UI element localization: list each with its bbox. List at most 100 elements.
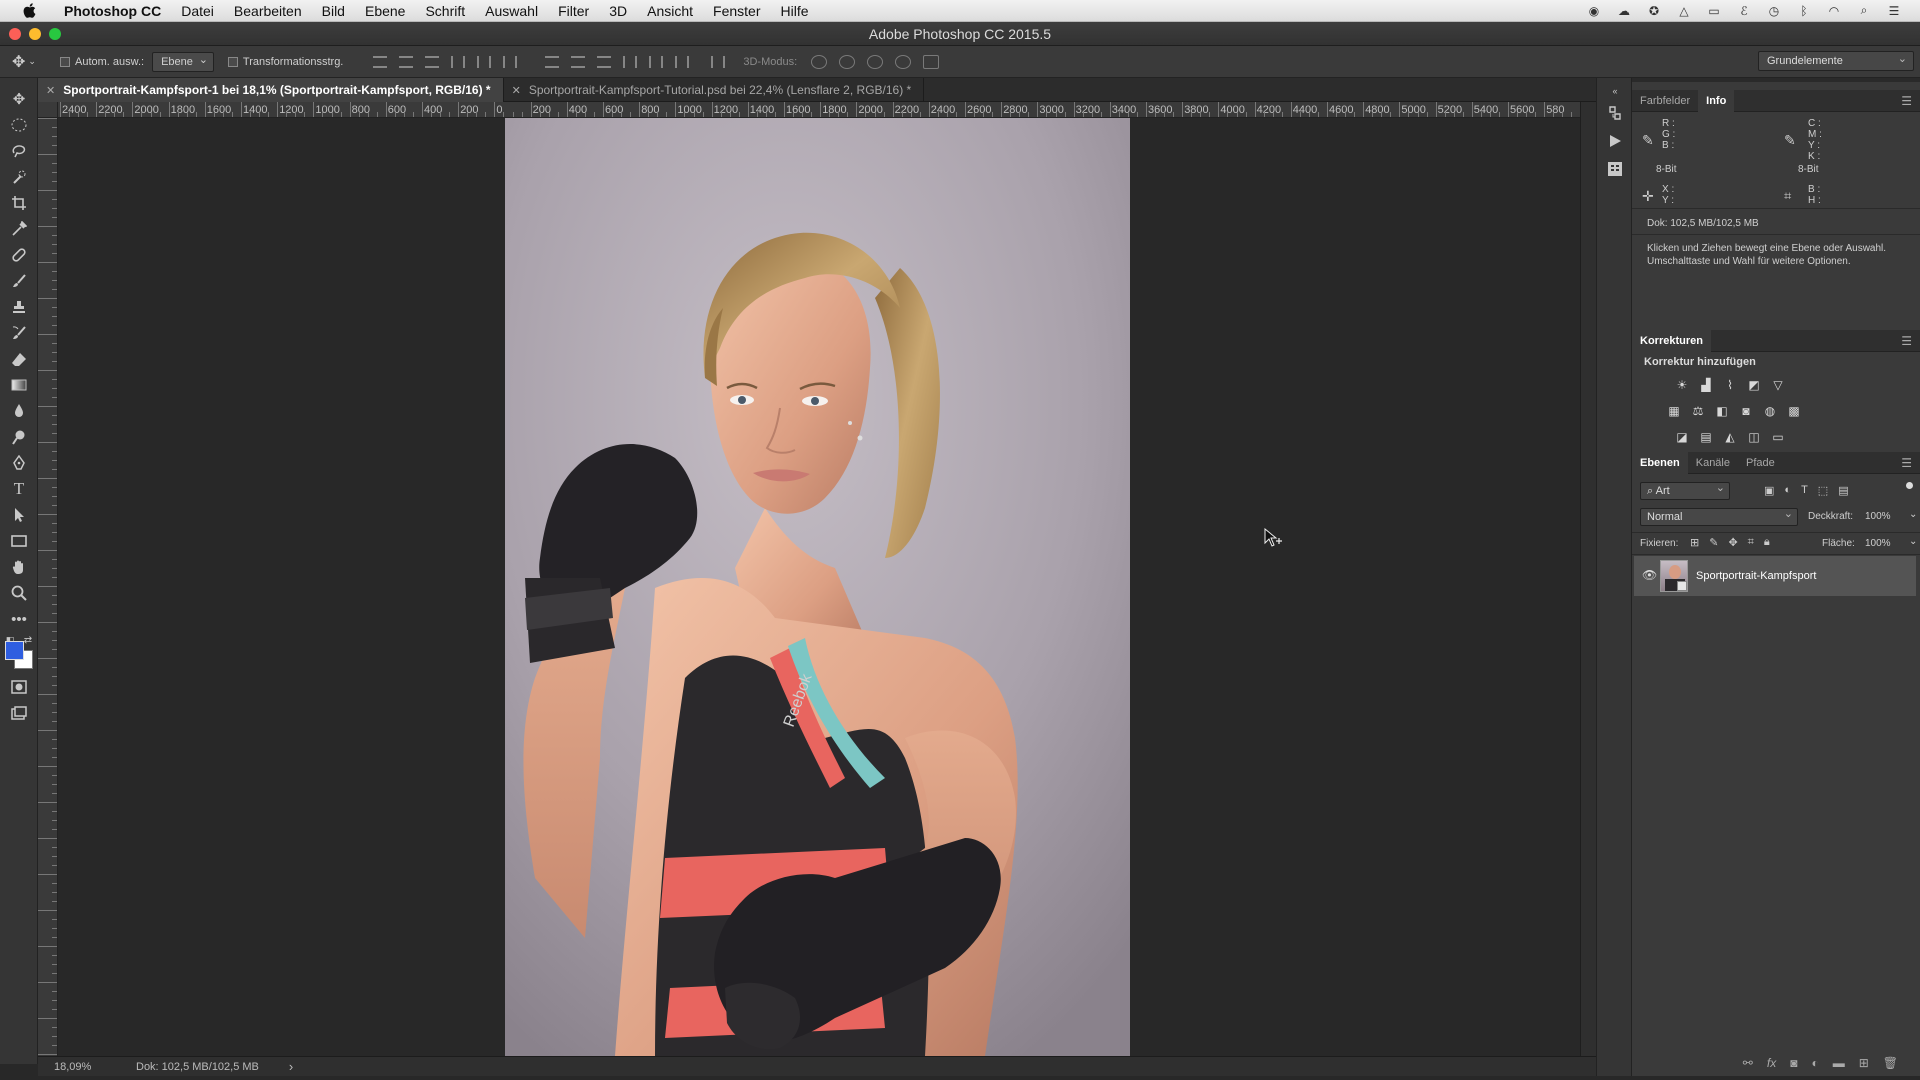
channel-mixer-icon[interactable]: ◍: [1762, 404, 1778, 418]
smart-object-filter-icon[interactable]: ▤: [1838, 484, 1848, 497]
properties-panel-icon[interactable]: [1606, 160, 1624, 178]
foreground-color-swatch[interactable]: [5, 641, 24, 660]
pan-3d-icon[interactable]: [867, 54, 884, 69]
tab-pfade[interactable]: Pfade: [1738, 452, 1783, 474]
opacity-dropdown-icon[interactable]: ⌄: [1909, 509, 1917, 520]
display-icon[interactable]: ▭: [1706, 4, 1722, 18]
levels-icon[interactable]: ▟: [1698, 378, 1714, 392]
lock-all-icon[interactable]: 🔒︎: [1764, 536, 1770, 549]
distribute-top-icon[interactable]: [545, 55, 560, 68]
record-icon[interactable]: ◉: [1586, 4, 1602, 18]
color-balance-icon[interactable]: ⚖: [1690, 404, 1706, 418]
cloud-sync-icon[interactable]: ☁: [1616, 4, 1632, 18]
crop-tool-icon[interactable]: [8, 192, 30, 214]
spotlight-icon[interactable]: ⌕: [1856, 3, 1872, 18]
dodge-tool-icon[interactable]: [8, 426, 30, 448]
layer-row[interactable]: 👁︎ Sportportrait-Kampfsport: [1634, 556, 1916, 596]
transform-controls-checkbox[interactable]: [227, 56, 238, 67]
hue-saturation-icon[interactable]: ▦: [1666, 404, 1682, 418]
healing-brush-tool-icon[interactable]: [8, 244, 30, 266]
vibrance-icon[interactable]: ▽: [1770, 378, 1786, 392]
delete-layer-icon[interactable]: 🗑︎: [1883, 1056, 1898, 1070]
new-group-icon[interactable]: ▬: [1833, 1056, 1845, 1070]
align-hcenter-icon[interactable]: [477, 55, 492, 68]
canvas-scrollbar[interactable]: [1580, 102, 1596, 1056]
quick-selection-tool-icon[interactable]: [8, 166, 30, 188]
move-tool-preset-icon[interactable]: ✥ ⌄: [0, 52, 48, 72]
pixel-filter-icon[interactable]: ▣: [1764, 484, 1774, 497]
document-tab-1[interactable]: ✕ Sportportrait-Kampfsport-1 bei 18,1% (…: [38, 78, 504, 102]
path-selection-tool-icon[interactable]: [8, 504, 30, 526]
layer-filter-select[interactable]: ⌕ Art: [1640, 480, 1730, 500]
lasso-tool-icon[interactable]: [8, 140, 30, 162]
menu-schrift[interactable]: Schrift: [415, 0, 475, 22]
lock-pixels-icon[interactable]: ✎: [1709, 536, 1718, 549]
blend-mode-select[interactable]: Normal: [1640, 506, 1798, 526]
more-tools-icon[interactable]: •••: [8, 608, 30, 630]
type-tool-icon[interactable]: T: [8, 478, 30, 500]
quick-mask-icon[interactable]: [8, 676, 30, 698]
menu-fenster[interactable]: Fenster: [703, 0, 770, 22]
transform-controls-option[interactable]: Transformationsstrg.: [227, 56, 343, 68]
history-brush-tool-icon[interactable]: [8, 322, 30, 344]
marquee-tool-icon[interactable]: [8, 114, 30, 136]
close-window-icon[interactable]: [9, 28, 21, 40]
shape-filter-icon[interactable]: ⬚: [1818, 484, 1828, 497]
new-layer-icon[interactable]: ⊞: [1859, 1056, 1869, 1070]
lock-position-icon[interactable]: ✥: [1728, 536, 1737, 549]
distribute-right-icon[interactable]: [675, 55, 690, 68]
ruler-vertical[interactable]: [38, 118, 58, 1056]
bluetooth-icon[interactable]: ᛒ: [1796, 4, 1812, 18]
hand-tool-icon[interactable]: [8, 556, 30, 578]
zoom-tool-icon[interactable]: [8, 582, 30, 604]
menu-ebene[interactable]: Ebene: [355, 0, 415, 22]
tab-ebenen[interactable]: Ebenen: [1632, 451, 1688, 474]
orbit-3d-icon[interactable]: [811, 54, 828, 69]
panel-menu-icon[interactable]: ☰: [1901, 94, 1912, 108]
lock-transparency-icon[interactable]: ⊞: [1690, 536, 1699, 549]
gradient-map-icon[interactable]: ▭: [1770, 430, 1786, 444]
type-filter-icon[interactable]: T: [1801, 484, 1808, 497]
menu-hilfe[interactable]: Hilfe: [771, 0, 819, 22]
roll-3d-icon[interactable]: [839, 54, 856, 69]
brightness-icon[interactable]: ☀: [1674, 378, 1690, 392]
creative-cloud-icon[interactable]: ✪: [1646, 4, 1662, 18]
panel-menu-icon[interactable]: ☰: [1901, 334, 1912, 348]
zoom-window-icon[interactable]: [49, 28, 61, 40]
align-left-icon[interactable]: [451, 55, 466, 68]
close-tab-icon[interactable]: ✕: [46, 84, 55, 97]
selective-color-icon[interactable]: ◫: [1746, 430, 1762, 444]
auto-select-checkbox[interactable]: [60, 56, 70, 67]
workspace-select[interactable]: Grundelemente: [1758, 50, 1914, 71]
curves-icon[interactable]: ⌇: [1722, 378, 1738, 392]
align-right-icon[interactable]: [503, 55, 518, 68]
eyedropper-tool-icon[interactable]: [8, 218, 30, 240]
menu-bild[interactable]: Bild: [312, 0, 355, 22]
status-menu-arrow[interactable]: ›: [289, 1059, 293, 1074]
layer-visibility-eye-icon[interactable]: 👁︎: [1642, 568, 1657, 582]
document-tab-2[interactable]: ✕ Sportportrait-Kampfsport-Tutorial.psd …: [504, 78, 925, 102]
time-machine-icon[interactable]: ◷: [1766, 4, 1782, 18]
layer-style-icon[interactable]: fx: [1767, 1056, 1776, 1070]
move-tool-icon[interactable]: ✥: [8, 88, 30, 110]
wifi-icon[interactable]: ◠: [1826, 4, 1842, 18]
opacity-value[interactable]: 100%: [1865, 511, 1907, 522]
gradient-tool-icon[interactable]: [8, 374, 30, 396]
align-vcenter-icon[interactable]: [399, 55, 414, 68]
adjustment-filter-icon[interactable]: ◐: [1784, 484, 1791, 497]
close-tab-icon[interactable]: ✕: [512, 84, 521, 97]
zoom-level[interactable]: 18,09%: [54, 1061, 114, 1073]
scale-3d-icon[interactable]: [923, 54, 940, 69]
add-mask-icon[interactable]: ◙: [1790, 1056, 1797, 1070]
black-white-icon[interactable]: ◧: [1714, 404, 1730, 418]
canvas-area[interactable]: Reebok: [58, 118, 1580, 1056]
new-adjustment-layer-icon[interactable]: ◐: [1811, 1056, 1818, 1070]
fill-value[interactable]: 100%: [1865, 538, 1891, 549]
minimize-window-icon[interactable]: [29, 28, 41, 40]
history-panel-icon[interactable]: [1606, 104, 1624, 122]
eraser-tool-icon[interactable]: [8, 348, 30, 370]
color-lookup-icon[interactable]: ▩: [1786, 404, 1802, 418]
script-icon[interactable]: ℰ: [1736, 4, 1752, 18]
tab-farbfelder[interactable]: Farbfelder: [1632, 90, 1698, 112]
notification-icon[interactable]: ☰: [1886, 4, 1902, 18]
